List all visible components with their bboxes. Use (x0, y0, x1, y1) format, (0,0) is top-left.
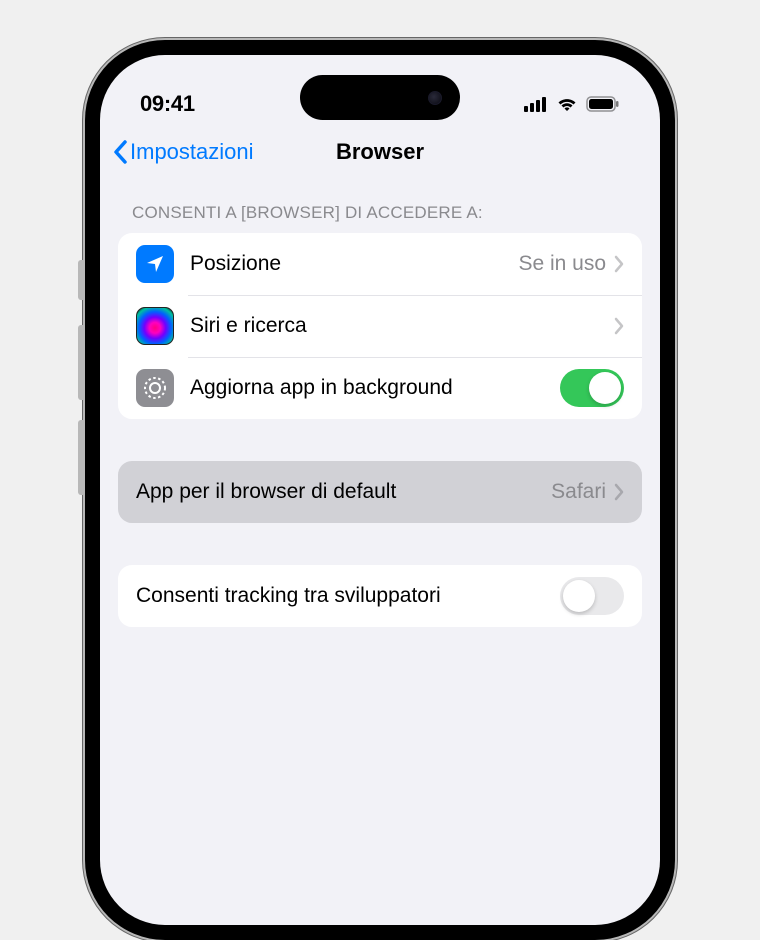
tracking-list: Consenti tracking tra sviluppatori (118, 565, 642, 627)
nav-bar: Impostazioni Browser (100, 125, 660, 181)
row-default-label: App per il browser di default (136, 480, 551, 504)
front-camera (428, 91, 442, 105)
row-location[interactable]: Posizione Se in uso (118, 233, 642, 295)
row-location-label: Posizione (190, 252, 518, 276)
row-background-refresh: Aggiorna app in background (118, 357, 642, 419)
phone-frame: 09:41 Impostazioni Browser CONSENTI A [B… (85, 40, 675, 940)
default-browser-list: App per il browser di default Safari (118, 461, 642, 523)
screen: 09:41 Impostazioni Browser CONSENTI A [B… (100, 55, 660, 925)
silence-switch (78, 260, 85, 300)
chevron-right-icon (614, 483, 624, 501)
row-siri[interactable]: Siri e ricerca (118, 295, 642, 357)
cellular-icon (524, 96, 548, 112)
status-icons (524, 96, 620, 112)
chevron-right-icon (614, 317, 624, 335)
toggle-tracking[interactable] (560, 577, 624, 615)
section-header-access: CONSENTI A [BROWSER] DI ACCEDERE A: (100, 181, 660, 233)
status-time: 09:41 (140, 91, 195, 117)
wifi-icon (556, 96, 578, 112)
battery-icon (586, 96, 620, 112)
back-button[interactable]: Impostazioni (112, 139, 254, 165)
back-label: Impostazioni (130, 139, 254, 165)
page-title: Browser (336, 139, 424, 165)
siri-icon (136, 307, 174, 345)
volume-up-button (78, 325, 85, 400)
location-icon (136, 245, 174, 283)
chevron-right-icon (614, 255, 624, 273)
chevron-left-icon (112, 140, 128, 164)
dynamic-island (300, 75, 460, 120)
row-default-browser[interactable]: App per il browser di default Safari (118, 461, 642, 523)
row-location-value: Se in uso (518, 252, 606, 276)
row-siri-label: Siri e ricerca (190, 314, 614, 338)
row-tracking-label: Consenti tracking tra sviluppatori (136, 584, 560, 608)
volume-down-button (78, 420, 85, 495)
gear-icon (136, 369, 174, 407)
row-tracking: Consenti tracking tra sviluppatori (118, 565, 642, 627)
access-list: Posizione Se in uso Siri e ricerca Aggio… (118, 233, 642, 419)
row-bg-label: Aggiorna app in background (190, 376, 560, 400)
toggle-background-refresh[interactable] (560, 369, 624, 407)
row-default-value: Safari (551, 480, 606, 504)
